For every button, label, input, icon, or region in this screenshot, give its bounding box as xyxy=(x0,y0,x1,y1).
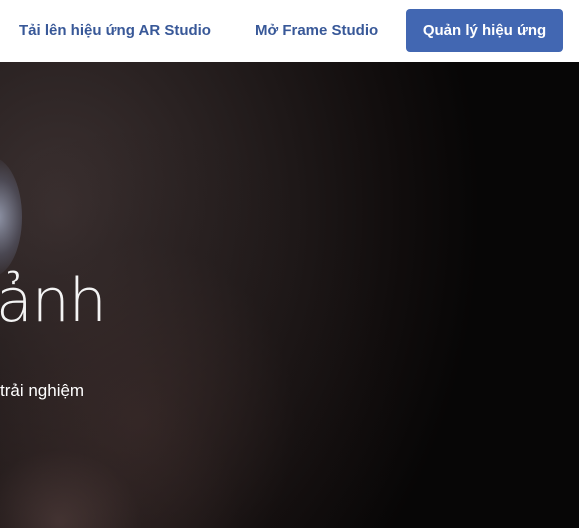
top-navigation-bar: Tải lên hiệu ứng AR Studio Mở Frame Stud… xyxy=(0,0,579,62)
hero-background-light xyxy=(0,157,22,277)
hero-banner: ảnh trải nghiệm xyxy=(0,62,579,528)
manage-effects-button[interactable]: Quản lý hiệu ứng xyxy=(406,9,563,52)
hero-subtext: trải nghiệm xyxy=(0,381,85,400)
open-frame-studio-link[interactable]: Mở Frame Studio xyxy=(255,0,378,62)
hero-heading: ảnh xyxy=(0,266,107,336)
upload-ar-studio-effect-link[interactable]: Tải lên hiệu ứng AR Studio xyxy=(19,0,211,62)
